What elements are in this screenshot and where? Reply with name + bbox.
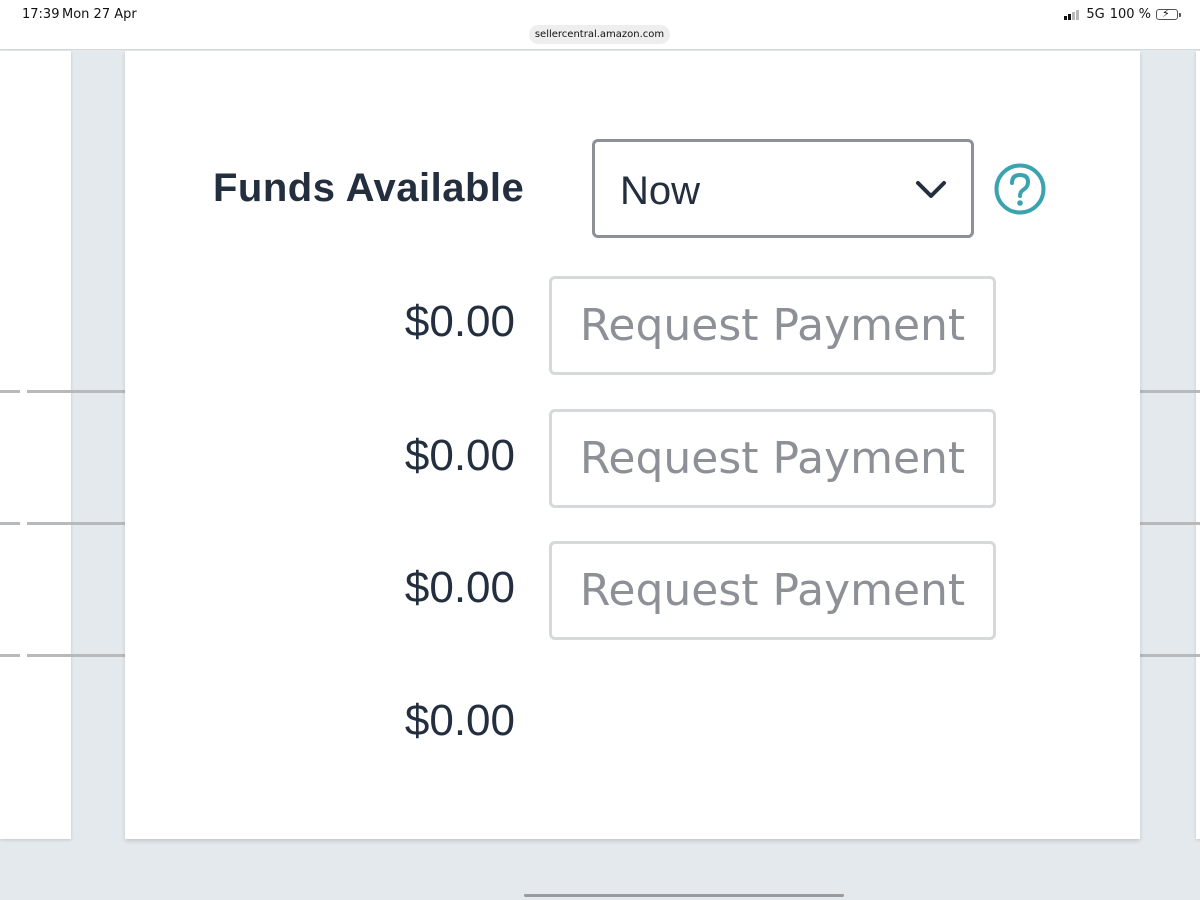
row-divider — [0, 654, 20, 657]
row-amount: $0.00 — [404, 696, 515, 745]
row-amount: $0.00 — [404, 431, 515, 480]
row-divider — [0, 390, 20, 393]
status-date: Mon 27 Apr — [62, 7, 137, 22]
request-payment-button[interactable]: Request Payment — [549, 409, 996, 508]
right-card — [1196, 51, 1200, 839]
request-payment-button[interactable]: Request Payment — [549, 541, 996, 640]
funds-timing-select[interactable]: Now — [592, 139, 974, 238]
battery-percent: 100 % — [1109, 7, 1151, 22]
status-indicators: 5G 100 % ⚡ — [1064, 7, 1181, 22]
help-icon[interactable] — [993, 162, 1047, 221]
select-value: Now — [620, 169, 701, 213]
status-bar: 17:39 Mon 27 Apr 5G 100 % ⚡ sellercentra… — [0, 0, 1200, 50]
row-divider — [0, 522, 20, 525]
row-amount: $0.00 — [404, 297, 515, 346]
status-time: 17:39 — [22, 7, 60, 22]
funds-available-label: Funds Available — [213, 166, 525, 210]
funds-card: Funds Available Now $0.00 Request Paymen… — [125, 51, 1140, 839]
url-bar[interactable]: sellercentral.amazon.com — [529, 25, 670, 44]
chevron-down-icon — [915, 180, 947, 205]
home-indicator[interactable] — [524, 894, 844, 897]
battery-icon: ⚡ — [1156, 7, 1181, 20]
network-label: 5G — [1086, 7, 1105, 22]
left-card — [0, 51, 71, 839]
request-payment-button[interactable]: Request Payment — [549, 276, 996, 375]
signal-icon — [1064, 9, 1080, 20]
row-amount: $0.00 — [404, 563, 515, 612]
